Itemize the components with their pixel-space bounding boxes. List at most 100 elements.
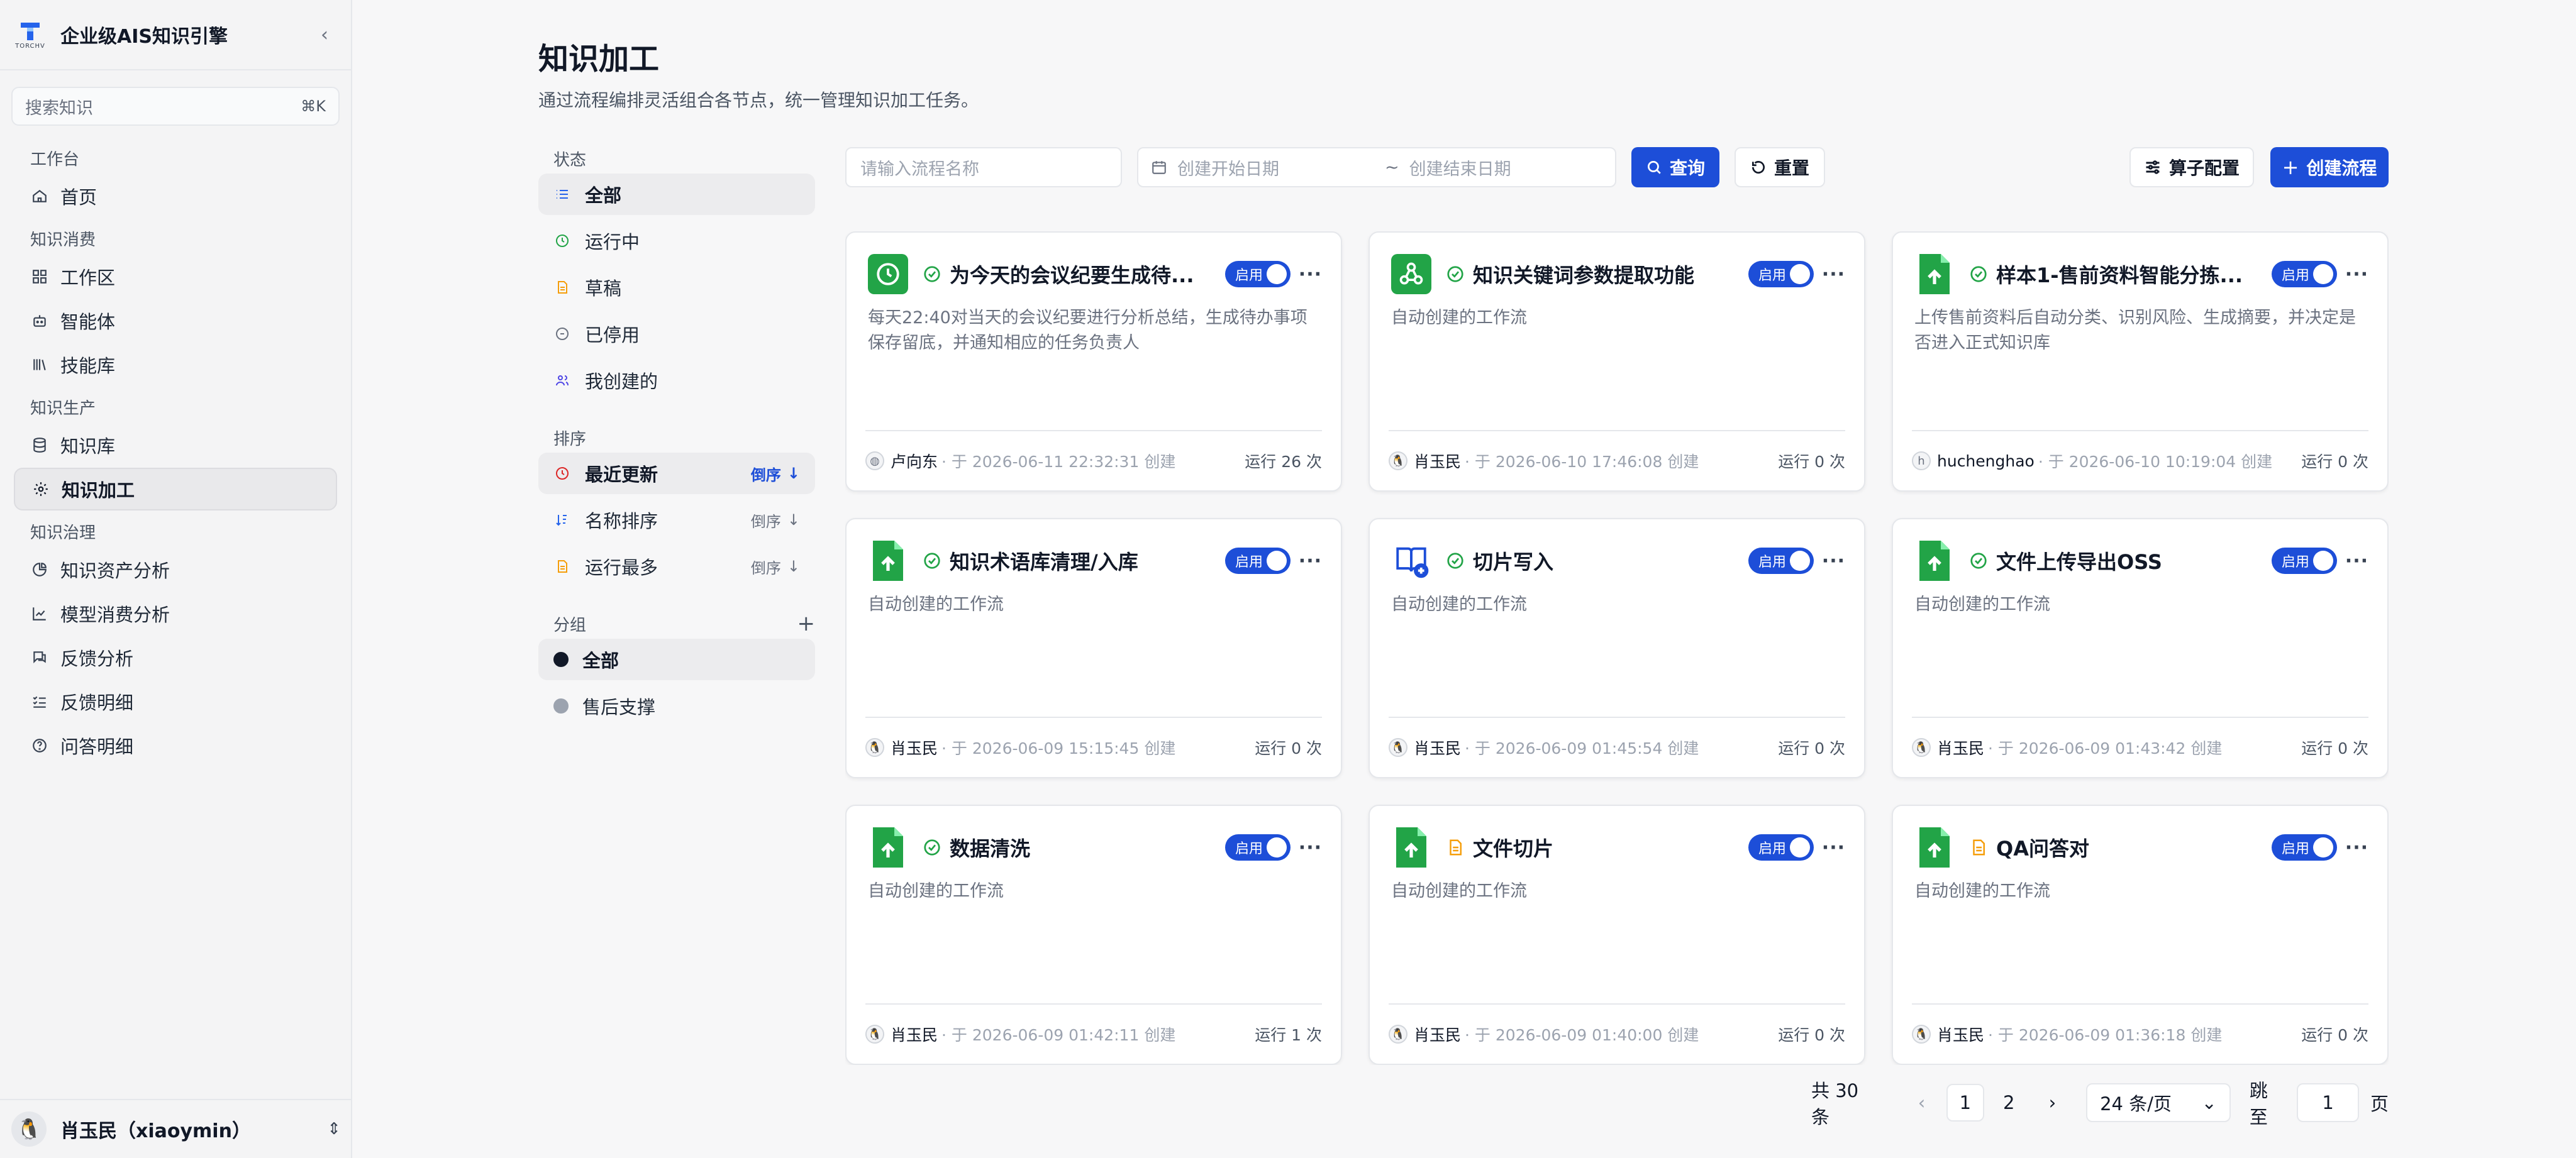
enable-toggle[interactable]: 启用 [2272,261,2337,287]
card-author: 肖玉民 [1414,1026,1462,1044]
date-range-picker[interactable]: 创建开始日期 ~ 创建结束日期 [1137,147,1616,187]
search-input[interactable]: 搜索知识 ⌘K [11,87,340,126]
status-label: 状态 [553,150,587,170]
query-button[interactable]: 查询 [1631,147,1719,187]
card-title[interactable]: 为今天的会议纪要生成待... [950,260,1194,289]
card-title[interactable]: 文件上传导出OSS [1996,546,2162,575]
toggle-knob [1267,837,1287,857]
add-group-icon[interactable]: + [797,611,816,636]
flow-card[interactable]: 数据清洗 启用 ··· 自动创建的工作流 🐧 肖玉民 · 于 2026-06-09 01:4… [845,805,1342,1065]
group-all[interactable]: 全部 [538,639,815,680]
sort-name[interactable]: 名称排序 倒序 ↓ [538,499,815,541]
flow-card[interactable]: 为今天的会议纪要生成待... 启用 ··· 每天22:40对当天的会议纪要进行分析总结… [845,231,1342,492]
start-date-input[interactable]: 创建开始日期 [1177,155,1385,180]
card-title[interactable]: QA问答对 [1996,833,2089,862]
nav-item-asset-analysis[interactable]: 知识资产分析 [14,548,337,591]
more-icon[interactable]: ··· [1814,550,1845,572]
create-flow-button[interactable]: + 创建流程 [2270,147,2389,187]
nav-item-workspace[interactable]: 工作区 [14,255,337,298]
nav-item-skills[interactable]: 技能库 [14,343,337,386]
toggle-knob [2313,837,2333,857]
enable-toggle[interactable]: 启用 [1225,834,1291,861]
more-icon[interactable]: ··· [1291,263,1322,285]
card-title[interactable]: 知识术语库清理/入库 [950,546,1138,575]
status-disabled[interactable]: 已停用 [538,313,815,355]
arrow-down-icon: ↓ [787,511,800,529]
card-title[interactable]: 数据清洗 [950,833,1030,862]
nav-item-processing[interactable]: 知识加工 [14,468,337,510]
card-description: 每天22:40对当天的会议纪要进行分析总结，生成待办事项保存留底，并通知相应的任… [868,308,1307,353]
status-label-text: 我创建的 [585,371,658,392]
enable-toggle[interactable]: 启用 [1748,261,1814,287]
operator-config-button[interactable]: 算子配置 [2129,147,2254,187]
enable-toggle[interactable]: 启用 [1225,261,1291,287]
flow-card[interactable]: 文件切片 启用 ··· 自动创建的工作流 🐧 肖玉民 · 于 2026-06-09 01:4… [1368,805,1865,1065]
page-2-button[interactable]: 2 [1990,1084,2028,1122]
prev-page-icon[interactable]: ‹ [1903,1084,1940,1122]
more-icon[interactable]: ··· [1291,550,1322,572]
nav-item-feedback-detail[interactable]: 反馈明细 [14,680,337,723]
flow-name-input[interactable]: 请输入流程名称 [845,147,1122,187]
more-icon[interactable]: ··· [1814,837,1845,859]
card-footer: 🐧 肖玉民 · 于 2026-06-09 01:40:00 创建 运行 0 次 [1389,1003,1845,1064]
card-footer: 🐧 肖玉民 · 于 2026-06-09 01:45:54 创建 运行 0 次 [1389,717,1845,777]
check-circle-icon [922,837,942,857]
card-title[interactable]: 切片写入 [1473,546,1553,575]
more-icon[interactable]: ··· [2337,837,2368,859]
sort-order[interactable]: 倒序 ↓ [751,509,800,531]
flow-card[interactable]: 样本1-售前资料智能分拣... 启用 ··· 上传售前资料后自动分类、识别风险、生成摘… [1892,231,2389,492]
flow-card[interactable]: 知识术语库清理/入库 启用 ··· 自动创建的工作流 🐧 肖玉民 · 于 2026-06-0… [845,518,1342,778]
file-text-icon [553,558,571,575]
toggle-knob [1790,551,1810,571]
sort-order[interactable]: 倒序 ↓ [751,463,800,485]
more-icon[interactable]: ··· [2337,550,2368,572]
sort-order[interactable]: 倒序 ↓ [751,556,800,578]
enable-toggle[interactable]: 启用 [1225,548,1291,574]
flow-card[interactable]: QA问答对 启用 ··· 自动创建的工作流 🐧 肖玉民 · 于 2026-06-09 01:… [1892,805,2389,1065]
enable-toggle[interactable]: 启用 [2272,834,2337,861]
flow-card[interactable]: 知识关键词参数提取功能 启用 ··· 自动创建的工作流 🐧 肖玉民 · 于 2026-06-… [1368,231,1865,492]
card-description: 自动创建的工作流 [1914,881,2050,901]
nav-item-kb[interactable]: 知识库 [14,424,337,466]
page-size-select[interactable]: 24 条/页 ⌄ [2086,1083,2231,1122]
card-title[interactable]: 样本1-售前资料智能分拣... [1996,260,2243,289]
nav-item-agents[interactable]: 智能体 [14,299,337,342]
card-run-count: 运行 0 次 [1778,739,1845,758]
flow-card[interactable]: 文件上传导出OSS 启用 ··· 自动创建的工作流 🐧 肖玉民 · 于 2026-06-09… [1892,518,2389,778]
refresh-icon [1750,159,1767,175]
enable-toggle[interactable]: 启用 [2272,548,2337,574]
group-after-sales[interactable]: 售后支撑 [538,685,815,727]
more-icon[interactable]: ··· [2337,263,2368,285]
card-title[interactable]: 知识关键词参数提取功能 [1473,260,1694,289]
nav-item-feedback-analysis[interactable]: 反馈分析 [14,636,337,679]
enable-toggle[interactable]: 启用 [1748,548,1814,574]
status-running[interactable]: 运行中 [538,220,815,262]
status-draft[interactable]: 草稿 [538,267,815,308]
next-page-icon[interactable]: › [2034,1084,2071,1122]
author-avatar: 🐧 [865,738,884,757]
user-menu[interactable]: 🐧 肖玉民（xiaoymin） ⇕ [0,1099,352,1158]
nav-group-consume: 知识消费 [30,231,96,250]
check-circle-icon [1445,551,1465,571]
reset-button[interactable]: 重置 [1735,147,1825,187]
status-all[interactable]: 全部 [538,174,815,215]
upload-file-icon [868,541,908,581]
collapse-sidebar-icon[interactable]: ‹ [313,23,336,46]
nav-item-qa-detail[interactable]: 问答明细 [14,724,337,767]
card-author: 肖玉民 [1414,453,1462,471]
flow-card[interactable]: 切片写入 启用 ··· 自动创建的工作流 🐧 肖玉民 · 于 2026-06-09 01:4… [1368,518,1865,778]
nav-item-home[interactable]: 首页 [14,175,337,218]
card-title[interactable]: 文件切片 [1473,833,1553,862]
end-date-input[interactable]: 创建结束日期 [1409,155,1511,180]
jump-page-input[interactable]: 1 [2297,1083,2359,1122]
more-icon[interactable]: ··· [1291,837,1322,859]
status-mine[interactable]: 我创建的 [538,360,815,401]
sort-label-text: 运行最多 [585,557,658,578]
upload-file-icon [868,827,908,868]
nav-item-model-analysis[interactable]: 模型消费分析 [14,592,337,635]
page-1-button[interactable]: 1 [1946,1084,1984,1122]
sort-recent[interactable]: 最近更新 倒序 ↓ [538,453,815,494]
more-icon[interactable]: ··· [1814,263,1845,285]
enable-toggle[interactable]: 启用 [1748,834,1814,861]
sort-runs[interactable]: 运行最多 倒序 ↓ [538,546,815,587]
